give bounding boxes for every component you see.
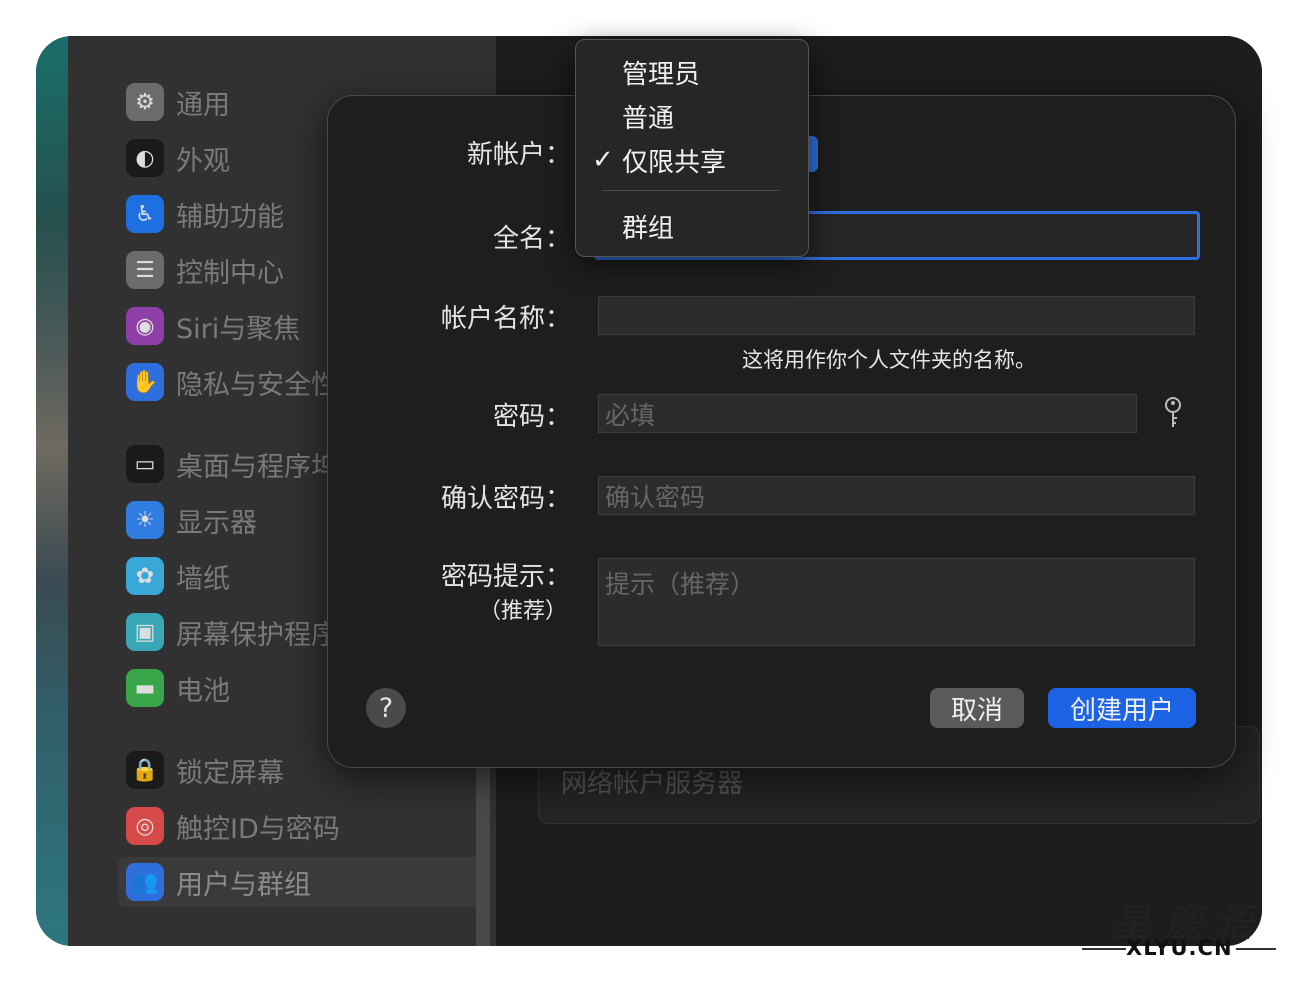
- fingerprint-icon: ◎: [126, 807, 164, 845]
- watermark-line-left: [1082, 948, 1126, 950]
- sidebar-item-label: 触控ID与密码: [176, 813, 340, 845]
- sidebar-item-label: 桌面与程序坞: [176, 451, 338, 483]
- account-name-hint: 这将用作你个人文件夹的名称。: [742, 348, 1036, 372]
- account-name-label: 帐户名称：: [440, 304, 571, 334]
- menu-item-group[interactable]: 群组: [576, 206, 808, 246]
- sidebar-item-label: 显示器: [176, 507, 257, 539]
- sidebar-item-label: 辅助功能: [176, 201, 284, 233]
- sidebar-item-label: 锁定屏幕: [176, 757, 284, 789]
- network-server-label: 网络帐户服务器: [561, 769, 744, 799]
- screensaver-icon: ▣: [126, 613, 164, 651]
- menu-item-label: 群组: [622, 213, 675, 244]
- password-hint-sublabel: （推荐）: [478, 599, 567, 624]
- menu-item-label: 管理员: [622, 59, 701, 90]
- battery-icon: ▬: [126, 669, 164, 707]
- password-hint-placeholder: 提示（推荐）: [605, 570, 756, 599]
- sidebar-item-label: 控制中心: [176, 257, 284, 289]
- gear-icon: ⚙: [126, 83, 164, 121]
- users-icon: 👥: [126, 863, 164, 901]
- sidebar-item-label: 用户与群组: [176, 869, 311, 901]
- new-account-label: 新帐户：: [466, 140, 571, 170]
- siri-icon: ◉: [126, 307, 164, 345]
- flower-icon: ✿: [126, 557, 164, 595]
- accessibility-icon: ♿: [126, 195, 164, 233]
- menu-separator: [602, 190, 780, 191]
- password-field[interactable]: 必填: [598, 394, 1137, 433]
- watermark-line-right: [1236, 948, 1276, 950]
- sidebar-item-label: Siri与聚焦: [176, 313, 301, 345]
- sidebar-item-label: 通用: [176, 89, 230, 121]
- password-hint-field[interactable]: 提示（推荐）: [598, 558, 1195, 646]
- watermark-domain: XLYU.CN: [1126, 936, 1233, 960]
- password-assistant-key-icon[interactable]: [1162, 396, 1184, 430]
- sidebar-item-label: 隐私与安全性: [176, 369, 338, 401]
- password-hint-label: 密码提示：: [440, 562, 571, 592]
- sidebar-item[interactable]: 👥 用户与群组: [118, 857, 486, 907]
- fullname-label: 全名：: [492, 224, 571, 254]
- checkmark-icon: ✓: [592, 145, 614, 175]
- confirm-password-field[interactable]: 确认密码: [598, 476, 1195, 515]
- menu-item-admin[interactable]: 管理员: [576, 52, 808, 92]
- help-button[interactable]: ?: [366, 688, 406, 728]
- lock-icon: 🔒: [126, 751, 164, 789]
- menu-item-label: 普通: [622, 103, 675, 134]
- account-type-menu: 管理员 普通 ✓ 仅限共享 群组: [575, 39, 809, 257]
- sidebar-item-label: 墙纸: [176, 563, 230, 595]
- cancel-button[interactable]: 取消: [930, 688, 1024, 728]
- sidebar-item[interactable]: ◎ 触控ID与密码: [126, 801, 486, 851]
- menu-item-standard[interactable]: 普通: [576, 96, 808, 136]
- confirm-password-placeholder: 确认密码: [605, 482, 706, 512]
- dock-icon: ▭: [126, 445, 164, 483]
- confirm-password-label: 确认密码：: [440, 484, 571, 514]
- password-label: 密码：: [492, 402, 571, 432]
- sidebar-scrollbar[interactable]: [476, 766, 490, 946]
- brightness-icon: ☀: [126, 501, 164, 539]
- menu-item-label: 仅限共享: [622, 147, 727, 178]
- sidebar-item-label: 电池: [176, 675, 230, 707]
- hand-icon: ✋: [126, 363, 164, 401]
- create-user-button[interactable]: 创建用户: [1048, 688, 1196, 728]
- appearance-icon: ◐: [126, 139, 164, 177]
- menu-item-sharing-only[interactable]: ✓ 仅限共享: [576, 140, 808, 180]
- sidebar-item-label: 外观: [176, 145, 230, 177]
- password-placeholder: 必填: [605, 400, 656, 430]
- account-name-field[interactable]: [598, 296, 1195, 335]
- control-center-icon: ☰: [126, 251, 164, 289]
- sidebar-item-label: 屏幕保护程序: [176, 619, 338, 651]
